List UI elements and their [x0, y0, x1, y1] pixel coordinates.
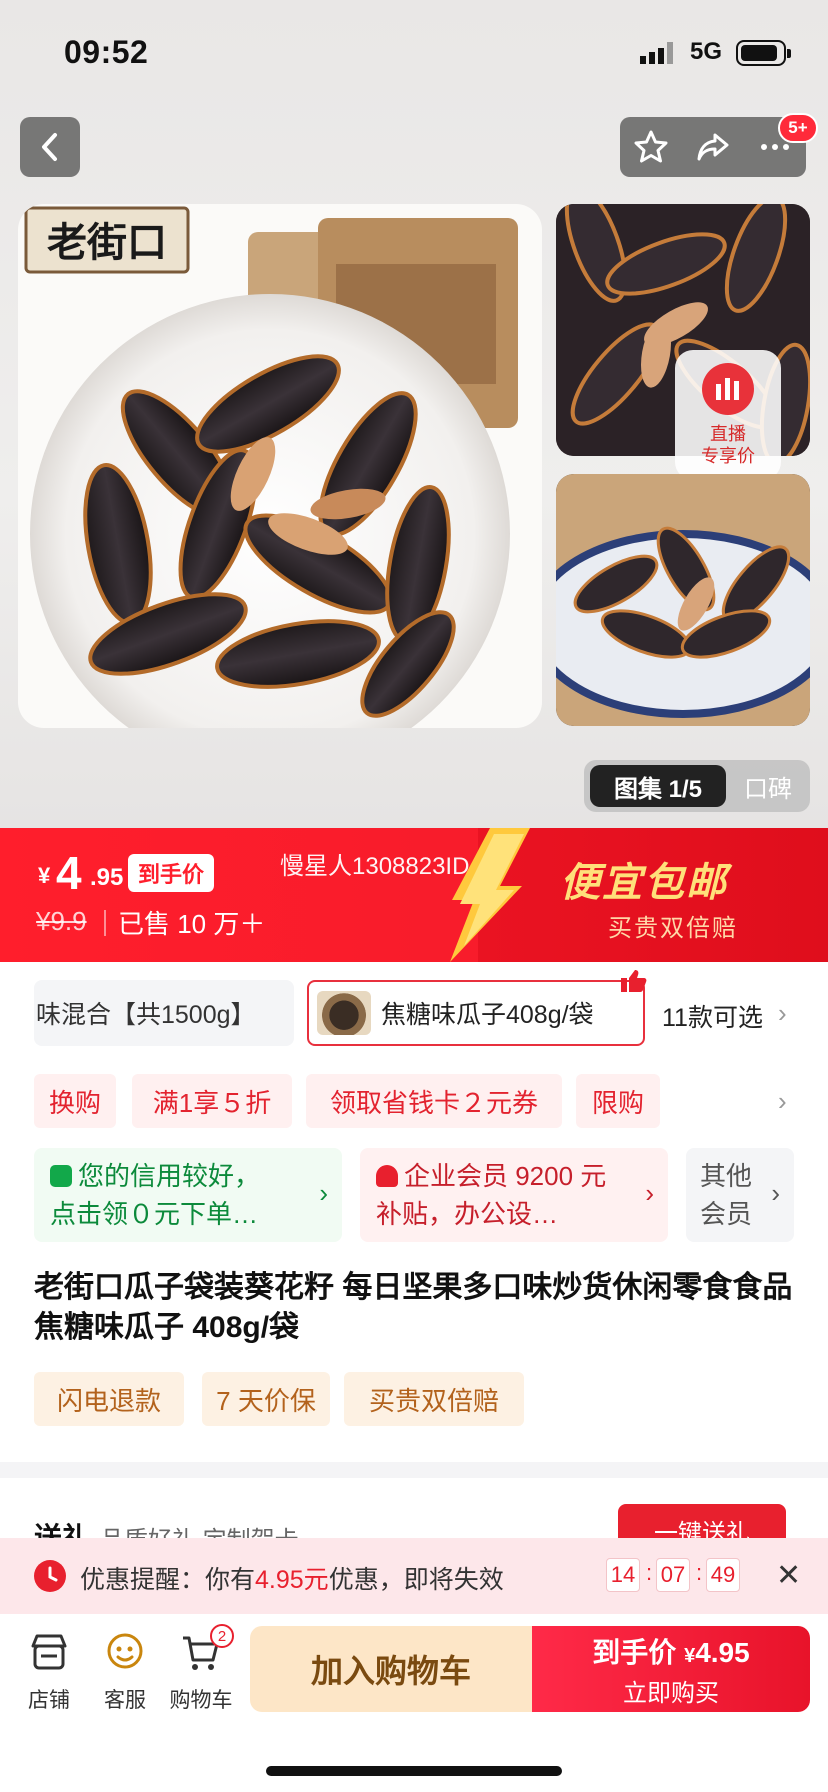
tab-reviews[interactable]: 口碑 — [726, 769, 810, 804]
original-price: ¥9.9 — [36, 906, 87, 936]
service-tag[interactable]: 买贵双倍赔 — [344, 1372, 524, 1426]
battery-icon — [736, 40, 791, 66]
final-price-tag: 到手价 — [128, 854, 215, 892]
status-time: 09:52 — [64, 34, 149, 70]
service-tag[interactable]: 闪电退款 — [34, 1372, 184, 1426]
back-button[interactable] — [20, 117, 80, 177]
signal-icon — [640, 42, 673, 64]
live-price-tag[interactable]: 直播 专享价 — [675, 350, 781, 480]
service-label: 客服 — [104, 1689, 146, 1712]
gift-subtitle: 品质好礼 定制贺卡 — [100, 1520, 299, 1538]
home-indicator — [266, 1766, 562, 1776]
other-members-text: 其他会员 — [700, 1161, 753, 1229]
sku-selector: 味混合【共1500g】 焦糖味瓜子408g/袋 11款可选 › — [0, 970, 828, 1048]
gift-section: 送礼 品质好礼 定制贺卡 一键送礼 — [0, 1478, 828, 1538]
network-label: 5G — [690, 38, 723, 65]
chevron-right-icon[interactable]: › — [778, 998, 787, 1029]
sku-option-selected[interactable]: 焦糖味瓜子408g/袋 — [307, 980, 645, 1046]
star-icon — [634, 130, 668, 163]
user-icon — [376, 1165, 398, 1187]
product-title: 老街口瓜子袋装葵花籽 每日坚果多口味炒货休闲零食食品 焦糖味瓜子 408g/袋 — [34, 1271, 793, 1344]
buy-now-price: 到手价 ¥4.95 — [592, 1636, 750, 1668]
discount-reminder: 优惠提醒：你有4.95元优惠，即将失效 14 : 07 : 49 ✕ — [0, 1538, 828, 1614]
live-icon — [702, 363, 754, 415]
gallery-tabs: 图集 1/5 口碑 — [584, 760, 810, 812]
price-main: 4 — [56, 847, 82, 899]
status-bar: 09:52 5G — [0, 0, 828, 104]
chevron-right-icon[interactable]: › — [778, 1086, 787, 1117]
cart-count-badge: 2 — [210, 1624, 234, 1648]
back-icon — [42, 133, 57, 161]
customer-service-icon — [107, 1633, 143, 1669]
add-to-cart-button[interactable]: 加入购物车 — [250, 1626, 532, 1712]
countdown-hours: 14 — [606, 1558, 640, 1592]
free-shipping-slogan: 便宜包邮 — [560, 861, 728, 905]
shopping-bag-icon — [50, 1165, 72, 1187]
buy-now-label: 立即购买 — [623, 1679, 719, 1707]
send-gift-button[interactable]: 一键送礼 — [618, 1504, 786, 1538]
shop-icon — [31, 1634, 67, 1670]
reminder-text: 优惠提醒：你有4.95元优惠，即将失效 — [80, 1566, 504, 1594]
price-cents: .95 — [90, 864, 124, 891]
section-divider — [0, 1462, 828, 1478]
cart-label: 购物车 — [169, 1689, 233, 1712]
service-tag[interactable]: 7 天价保 — [202, 1372, 330, 1426]
sku-count[interactable]: 11款可选 — [662, 998, 763, 1034]
shop-label: 店铺 — [28, 1689, 70, 1712]
slogan-subtitle: 买贵双倍赔 — [608, 915, 738, 942]
chevron-right-icon: › — [771, 1178, 780, 1208]
brand-logo-text: 老街口 — [47, 219, 167, 266]
countdown-minutes: 07 — [656, 1558, 690, 1592]
countdown-seconds: 49 — [706, 1558, 740, 1592]
member-benefits: 您的信用较好，点击领０元下单… › 企业会员 9200 元补贴，办公设… › 其… — [0, 1148, 828, 1242]
shop-button[interactable]: 店铺 — [14, 1628, 84, 1714]
enterprise-offer-text: 企业会员 9200 元补贴，办公设… — [376, 1161, 607, 1229]
sku-option-label: 焦糖味瓜子408g/袋 — [381, 1001, 594, 1029]
seeds-plate-illustration — [556, 474, 810, 726]
promo-limit[interactable]: 限购 — [576, 1074, 660, 1128]
credit-offer-text: 您的信用较好，点击领０元下单… — [50, 1161, 261, 1229]
promo-discount[interactable]: 满1享５折 — [132, 1074, 292, 1128]
close-icon[interactable]: ✕ — [776, 1558, 801, 1593]
price-banner: ¥ 4 .95 到手价 慢星人1308823ID ¥9.9 已售 10 万＋ 便… — [0, 828, 828, 962]
promo-row: 换购 满1享５折 领取省钱卡２元券 限购 › — [0, 1074, 828, 1128]
main-product-image[interactable]: 老街口 — [18, 204, 542, 728]
customer-service-button[interactable]: 客服 — [90, 1628, 160, 1714]
chevron-right-icon: › — [645, 1178, 654, 1208]
currency-symbol: ¥ — [38, 863, 51, 888]
cart-button[interactable]: 2 购物车 — [166, 1624, 236, 1714]
credit-card-offer[interactable]: 您的信用较好，点击领０元下单… › — [34, 1148, 342, 1242]
sku-thumbnail — [317, 991, 371, 1035]
favorite-button[interactable] — [629, 125, 673, 169]
thumbs-up-icon — [621, 970, 647, 992]
sku-option[interactable]: 味混合【共1500g】 — [34, 980, 294, 1046]
live-tag-line2: 专享价 — [701, 446, 755, 466]
buyer-note: 慢星人1308823ID — [280, 853, 470, 880]
buy-now-button[interactable]: 到手价 ¥4.95 立即购买 — [532, 1626, 810, 1712]
sold-count: 已售 10 万＋ — [118, 909, 266, 939]
share-button[interactable] — [691, 125, 735, 169]
thumbnail-image-2[interactable] — [556, 474, 810, 726]
gift-title: 送礼 — [34, 1522, 91, 1538]
share-icon — [697, 133, 729, 161]
product-info: 味混合【共1500g】 焦糖味瓜子408g/袋 11款可选 › 换购 满1享５折… — [0, 962, 828, 1462]
enterprise-member-offer[interactable]: 企业会员 9200 元补贴，办公设… › — [360, 1148, 668, 1242]
chevron-right-icon: › — [319, 1178, 328, 1208]
bottom-action-bar: 店铺 客服 2 购物车 加入购物车 到手价 ¥4.95 立即购买 — [0, 1614, 828, 1792]
product-gallery[interactable]: 09:52 5G 5+ 老街口 直播 专享价 图集 1/5 口碑 — [0, 0, 828, 828]
other-members[interactable]: 其他会员 › — [686, 1148, 794, 1242]
reminder-amount: 4.95元 — [255, 1566, 329, 1594]
live-tag-line1: 直播 — [710, 424, 746, 444]
promo-coupon[interactable]: 领取省钱卡２元券 — [306, 1074, 562, 1128]
clock-icon — [34, 1560, 66, 1592]
price-divider — [104, 910, 106, 936]
notification-badge: 5+ — [778, 113, 818, 143]
tab-gallery[interactable]: 图集 1/5 — [590, 765, 726, 807]
promo-exchange[interactable]: 换购 — [34, 1074, 116, 1128]
seeds-bowl-illustration: 老街口 — [24, 206, 518, 728]
